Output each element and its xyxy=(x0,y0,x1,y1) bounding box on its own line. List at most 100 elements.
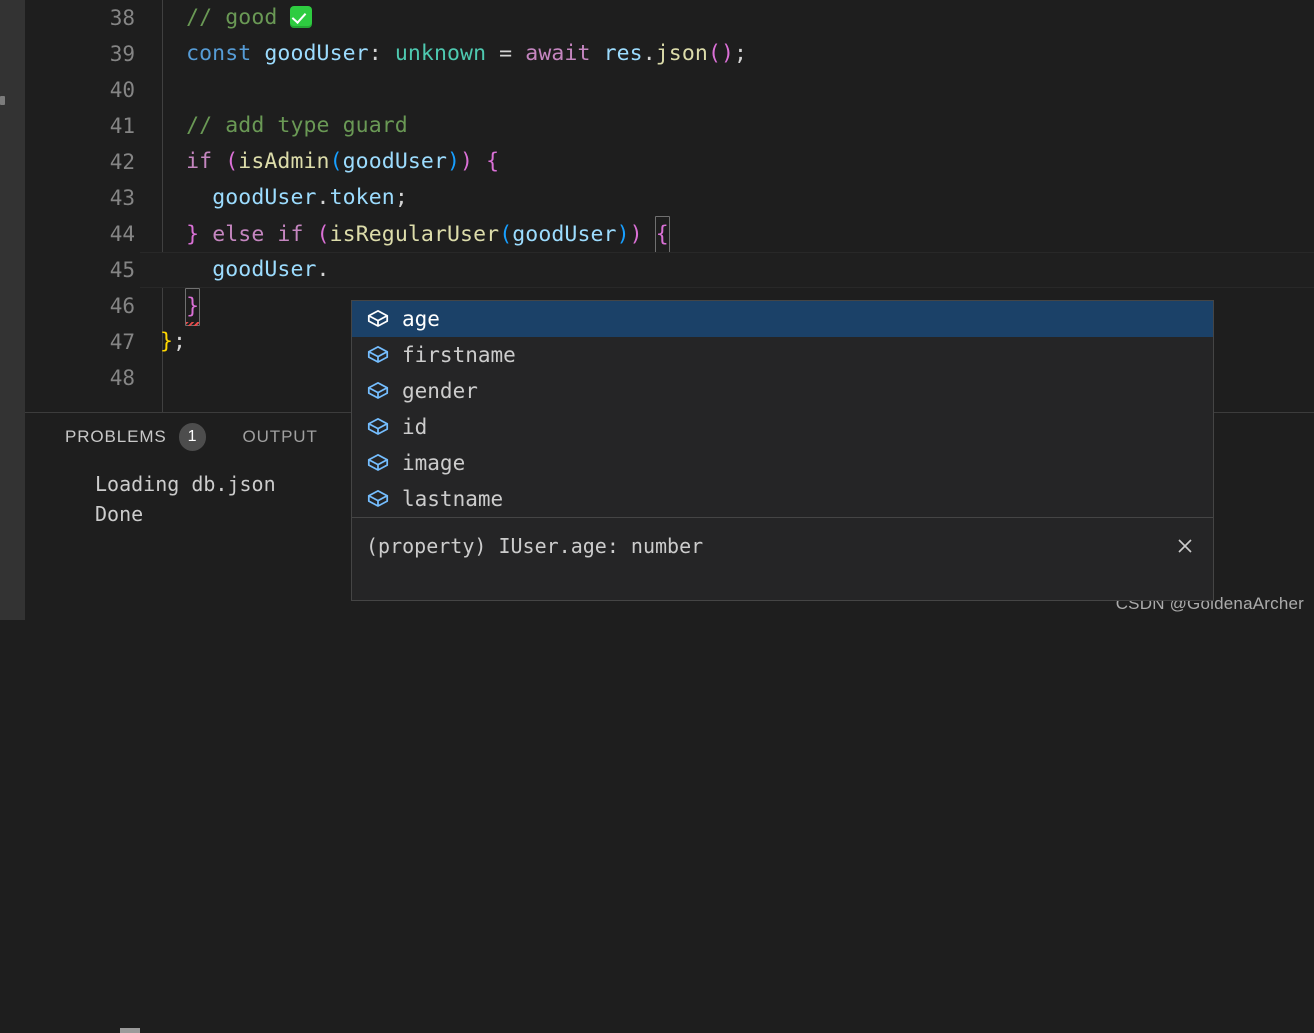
code-line[interactable]: 42 if (isAdmin(goodUser)) { xyxy=(25,144,1314,180)
code-token: . xyxy=(642,41,656,66)
code-token: goodUser xyxy=(264,41,369,66)
code-token: { xyxy=(655,222,669,247)
code-token: } xyxy=(186,222,200,247)
code-token: json xyxy=(655,41,708,66)
code-token: isRegularUser xyxy=(329,222,500,247)
line-content[interactable]: goodUser.token; xyxy=(160,180,1314,216)
suggest-item[interactable]: gender xyxy=(352,373,1213,409)
activity-bar[interactable] xyxy=(0,0,25,620)
line-number: 48 xyxy=(109,366,135,390)
suggest-item[interactable]: firstname xyxy=(352,337,1213,373)
line-number: 38 xyxy=(109,6,135,30)
code-token: else xyxy=(212,222,265,247)
suggest-item-label: firstname xyxy=(402,343,516,367)
symbol-field-icon xyxy=(364,305,392,333)
line-number: 39 xyxy=(109,42,135,66)
close-icon[interactable] xyxy=(1171,532,1199,560)
line-number: 42 xyxy=(109,150,135,174)
code-line[interactable]: 43 goodUser.token; xyxy=(25,180,1314,216)
suggest-widget[interactable]: age firstname gender id image lastname (prope… xyxy=(351,300,1214,601)
code-token: } xyxy=(160,329,174,354)
code-token: token xyxy=(329,185,395,210)
code-line[interactable]: 38 // good xyxy=(25,0,1314,36)
bracket-match-highlight: } xyxy=(185,288,201,326)
vscode-window: 38 // good 39 const goodUser: unknown = … xyxy=(0,0,1314,1033)
line-number: 46 xyxy=(109,294,135,318)
panel-tab-problems[interactable]: PROBLEMS 1 xyxy=(65,423,207,451)
line-content[interactable]: } else if (isRegularUser(goodUser)) { xyxy=(160,216,1314,254)
symbol-field-icon xyxy=(364,449,392,477)
symbol-field-icon xyxy=(364,413,392,441)
code-token: if xyxy=(186,149,213,174)
code-token: ( xyxy=(225,149,239,174)
problems-count-badge: 1 xyxy=(178,423,207,451)
code-token: isAdmin xyxy=(238,149,330,174)
symbol-field-icon xyxy=(364,485,392,513)
suggest-item-label: age xyxy=(402,307,440,331)
code-token: ; xyxy=(173,329,187,354)
code-token: . xyxy=(316,185,330,210)
check-mark-emoji-icon xyxy=(290,6,313,28)
code-token: ( xyxy=(316,222,330,247)
suggest-item[interactable]: id xyxy=(352,409,1213,445)
code-token: . xyxy=(316,257,330,282)
code-token: } xyxy=(186,294,200,319)
suggest-item-label: lastname xyxy=(402,487,504,511)
panel-tab-label: OUTPUT xyxy=(242,427,318,446)
code-token: goodUser xyxy=(512,222,617,247)
code-token: // add type guard xyxy=(186,113,408,138)
code-token: ; xyxy=(734,41,748,66)
activity-bar-marker xyxy=(0,96,5,105)
code-line[interactable]: 45 goodUser. xyxy=(25,252,1314,288)
suggest-item-label: image xyxy=(402,451,466,475)
code-token: = xyxy=(486,41,526,66)
code-token: () xyxy=(707,41,735,66)
code-token: { xyxy=(486,149,500,174)
line-number: 44 xyxy=(109,222,135,246)
suggest-item-label: gender xyxy=(402,379,478,403)
symbol-field-icon xyxy=(364,377,392,405)
suggest-item[interactable]: image xyxy=(352,445,1213,481)
code-token: const xyxy=(186,41,252,66)
symbol-field-icon xyxy=(364,341,392,369)
suggest-details: (property) IUser.age: number xyxy=(352,517,1213,600)
line-content[interactable] xyxy=(160,72,1314,108)
suggest-item[interactable]: lastname xyxy=(352,481,1213,517)
code-token: // good xyxy=(186,5,291,30)
code-token: unknown xyxy=(394,41,487,66)
code-line[interactable]: 40 xyxy=(25,72,1314,108)
code-token: ) xyxy=(616,222,630,247)
code-token: await xyxy=(525,41,591,66)
line-number: 45 xyxy=(109,258,135,282)
panel-tab-output[interactable]: OUTPUT xyxy=(242,427,317,447)
code-token: goodUser xyxy=(212,185,317,210)
code-token: ) xyxy=(460,149,474,174)
line-number: 47 xyxy=(109,330,135,354)
code-token: goodUser xyxy=(342,149,447,174)
suggest-item-label: id xyxy=(402,415,428,439)
suggest-list[interactable]: age firstname gender id image lastname xyxy=(352,301,1213,517)
code-token: ( xyxy=(499,222,513,247)
code-line[interactable]: 44 } else if (isRegularUser(goodUser)) { xyxy=(25,216,1314,254)
code-token: ; xyxy=(394,185,408,210)
line-content[interactable]: if (isAdmin(goodUser)) { xyxy=(160,144,1314,180)
suggest-item[interactable]: age xyxy=(352,301,1213,337)
line-content[interactable]: const goodUser: unknown = await res.json… xyxy=(160,36,1314,72)
line-number: 43 xyxy=(109,186,135,210)
line-number: 41 xyxy=(109,114,135,138)
code-line[interactable]: 39 const goodUser: unknown = await res.j… xyxy=(25,36,1314,72)
suggest-detail-text: (property) IUser.age: number xyxy=(366,534,704,558)
line-content[interactable]: // add type guard xyxy=(160,108,1314,144)
code-line[interactable]: 41 // add type guard xyxy=(25,108,1314,144)
code-token: res xyxy=(603,41,643,66)
line-content[interactable]: // good xyxy=(160,0,1314,36)
line-content[interactable]: goodUser. xyxy=(160,252,1314,288)
code-token: if xyxy=(277,222,304,247)
